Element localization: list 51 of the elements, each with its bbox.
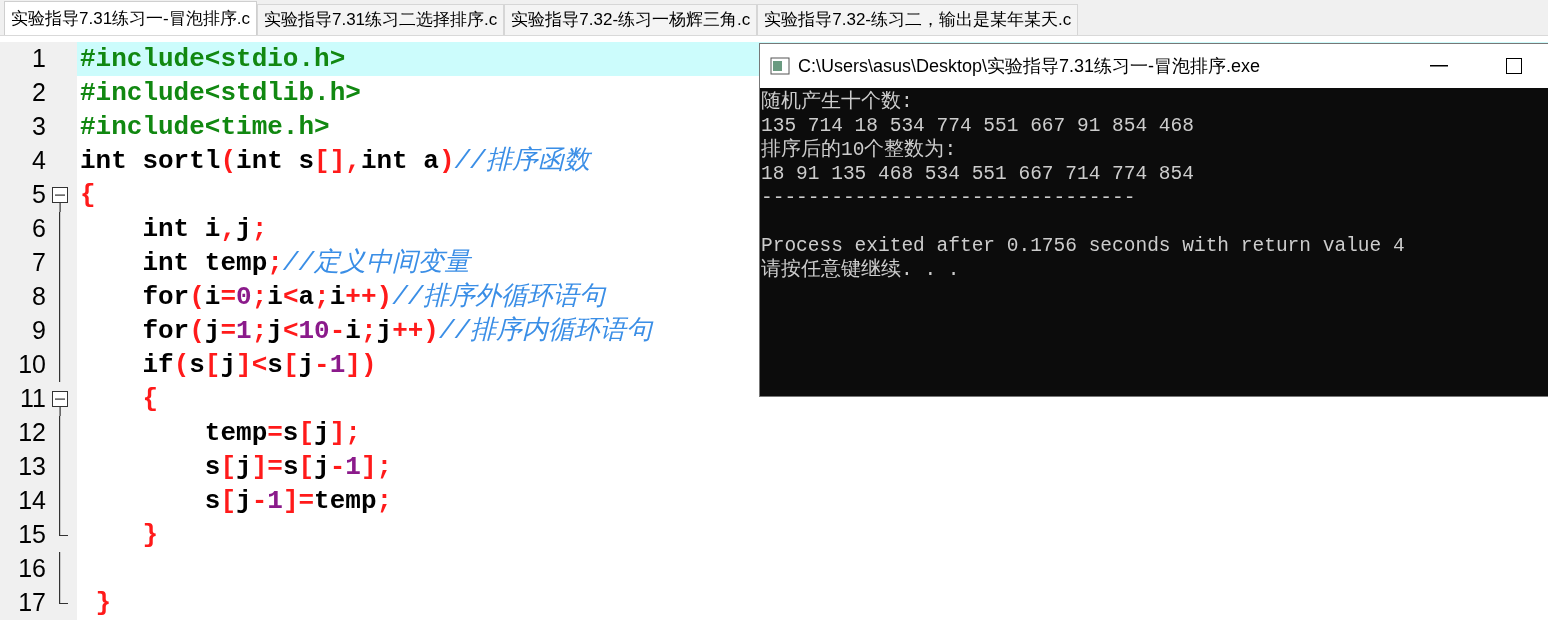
- console-output-line: 18 91 135 468 534 551 667 714 774 854: [761, 163, 1194, 185]
- console-output-line: 请按任意键继续. . .: [761, 259, 960, 281]
- code-line: s[j-1]=temp;: [203, 484, 393, 518]
- fold-line-icon: [59, 552, 61, 586]
- line-number: 4: [31, 145, 46, 177]
- console-app-icon: [770, 57, 790, 75]
- line-number: 2: [31, 77, 46, 109]
- fold-toggle-icon[interactable]: [52, 187, 68, 212]
- line-number: 6: [31, 213, 46, 245]
- line-number: 15: [17, 519, 46, 551]
- file-tab[interactable]: 实验指导7.32-练习一杨辉三角.c: [504, 4, 758, 35]
- console-output-line: Process exited after 0.1756 seconds with return value 4: [761, 235, 1405, 257]
- code-line: int temp;//定义中间变量: [141, 246, 471, 280]
- line-number: 8: [31, 281, 46, 313]
- code-line: if(s[j]<s[j-1]): [141, 348, 377, 382]
- code-line: int i,j;: [141, 212, 268, 246]
- code-line: #include<stdlib.h>: [80, 76, 361, 110]
- code-line: }: [141, 518, 158, 552]
- maximize-icon[interactable]: [1506, 58, 1522, 74]
- console-output-line: 排序后的10个整数为:: [761, 139, 957, 161]
- line-number: 11: [19, 383, 46, 415]
- line-number: 5: [31, 179, 46, 211]
- window-title: C:\Users\asus\Desktop\实验指导7.31练习一-冒泡排序.exe: [798, 54, 1261, 78]
- console-output-line: 随机产生十个数:: [761, 91, 913, 113]
- line-number: 3: [31, 111, 46, 143]
- code-line: for(i=0;i<a;i++)//排序外循环语句: [141, 280, 606, 314]
- code-line: int sortl(int s[],int a)//排序函数: [80, 144, 590, 178]
- line-number: 1: [31, 43, 46, 75]
- file-tab[interactable]: 实验指导7.32-练习二，输出是某年某天.c: [757, 4, 1079, 35]
- code-line: #include<time.h>: [80, 110, 330, 144]
- file-tab[interactable]: 实验指导7.31练习一-冒泡排序.c: [4, 1, 257, 35]
- line-number: 13: [17, 451, 46, 483]
- code-line: s[j]=s[j-1];: [203, 450, 393, 484]
- line-number: 7: [31, 247, 46, 279]
- line-number: 12: [17, 417, 46, 449]
- code-line: }: [94, 586, 112, 620]
- code-line: for(j=1;j<10-i;j++)//排序内循环语句: [141, 314, 653, 348]
- code-line: {: [141, 382, 158, 416]
- line-number: 9: [31, 315, 46, 347]
- fold-toggle-icon[interactable]: [52, 391, 68, 416]
- code-line: temp=s[j];: [203, 416, 361, 450]
- code-line: {: [80, 178, 96, 212]
- code-line: #include<stdio.h>: [80, 42, 346, 76]
- console-output-line: 135 714 18 534 774 551 667 91 854 468: [761, 115, 1194, 137]
- line-number: 16: [17, 553, 46, 585]
- minimize-icon[interactable]: [1430, 65, 1448, 67]
- line-number: 10: [17, 349, 46, 381]
- file-tab[interactable]: 实验指导7.31练习二选择排序.c: [257, 4, 505, 35]
- line-number: 14: [17, 485, 46, 517]
- console-output-line: --------------------------------: [761, 187, 1136, 209]
- line-number: 17: [17, 587, 46, 619]
